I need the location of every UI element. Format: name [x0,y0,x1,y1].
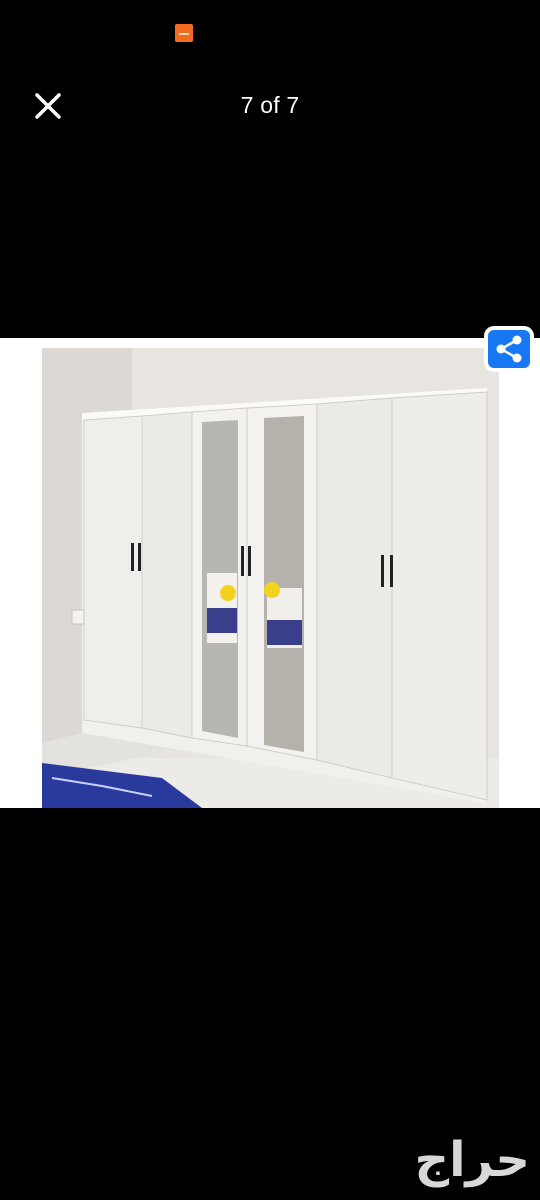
photo-frame[interactable] [0,338,540,808]
image-counter: 7 of 7 [240,92,300,118]
harag-watermark: حراج [414,1132,531,1188]
share-button[interactable] [488,330,530,368]
notification-app-icon [175,24,193,42]
share-icon [496,335,522,363]
wardrobe-photo [42,348,499,808]
